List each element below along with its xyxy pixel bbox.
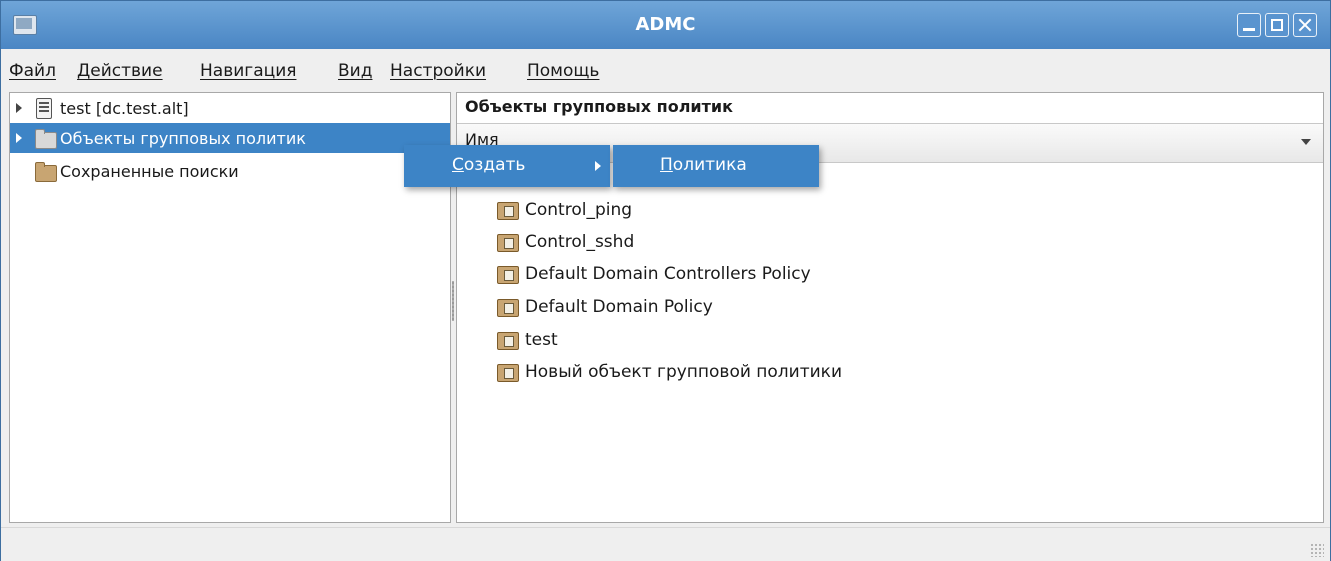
resize-grip-icon[interactable] (1310, 543, 1324, 557)
tree-item-saved-searches[interactable]: Сохраненные поиски (10, 156, 450, 186)
maximize-button[interactable] (1265, 13, 1289, 37)
gpo-icon (497, 266, 519, 284)
gpo-icon (497, 234, 519, 252)
list-item-label: Новый объект групповой политики (525, 362, 842, 382)
menu-help[interactable]: Помощь (527, 61, 599, 81)
menu-file[interactable]: Файл (9, 61, 56, 81)
server-icon (36, 98, 52, 119)
gpo-icon (497, 332, 519, 350)
mnemonic-letter: П (660, 155, 673, 175)
submenu: Политика (613, 145, 819, 187)
admc-window: ADMC Файл Действие Навигация Вид Настрой… (0, 0, 1331, 561)
menu-navigation[interactable]: Навигация (200, 61, 296, 81)
context-menu-item-create[interactable]: Создать (452, 155, 525, 175)
menu-view[interactable]: Вид (338, 61, 372, 81)
tree-item-label: test [dc.test.alt] (60, 99, 189, 118)
tree-item-domain[interactable]: test [dc.test.alt] (10, 93, 450, 123)
console-tree[interactable]: test [dc.test.alt] Объекты групповых пол… (9, 92, 451, 523)
title-bar[interactable]: ADMC (1, 1, 1330, 50)
gpo-icon (497, 364, 519, 382)
list-item-label: test (525, 330, 558, 350)
list-item-label: Control_sshd (525, 232, 635, 252)
list-item-label: Default Domain Controllers Policy (525, 264, 811, 284)
minimize-button[interactable] (1237, 13, 1261, 37)
menu-item-text: олитика (672, 155, 747, 175)
list-item-label: Default Domain Policy (525, 297, 713, 317)
folder-icon (35, 129, 57, 149)
splitter-handle[interactable] (452, 281, 454, 321)
expand-arrow-icon[interactable] (16, 133, 22, 143)
pane-title: Объекты групповых политик (465, 97, 733, 116)
tree-item-label: Объекты групповых политик (60, 129, 306, 148)
context-menu: Создать (404, 145, 610, 187)
submenu-arrow-icon (595, 161, 601, 171)
close-button[interactable] (1293, 13, 1317, 37)
menu-settings[interactable]: Настройки (390, 61, 486, 81)
mnemonic-letter: С (452, 155, 464, 175)
menu-item-text: оздать (463, 155, 526, 175)
gpo-icon (497, 202, 519, 220)
gpo-icon (497, 299, 519, 317)
menu-action[interactable]: Действие (77, 61, 163, 81)
window-title: ADMC (635, 14, 696, 35)
menu-bar: Файл Действие Навигация Вид Настройки По… (1, 49, 1330, 91)
tree-item-group-policy-objects[interactable]: Объекты групповых политик (10, 123, 450, 153)
submenu-item-policy[interactable]: Политика (660, 155, 747, 175)
list-item-label: Control_ping (525, 200, 633, 220)
sort-indicator-icon (1301, 139, 1311, 145)
tree-item-label: Сохраненные поиски (60, 162, 239, 181)
status-bar (1, 527, 1330, 561)
expand-arrow-icon[interactable] (16, 103, 22, 113)
folder-icon (35, 162, 57, 182)
